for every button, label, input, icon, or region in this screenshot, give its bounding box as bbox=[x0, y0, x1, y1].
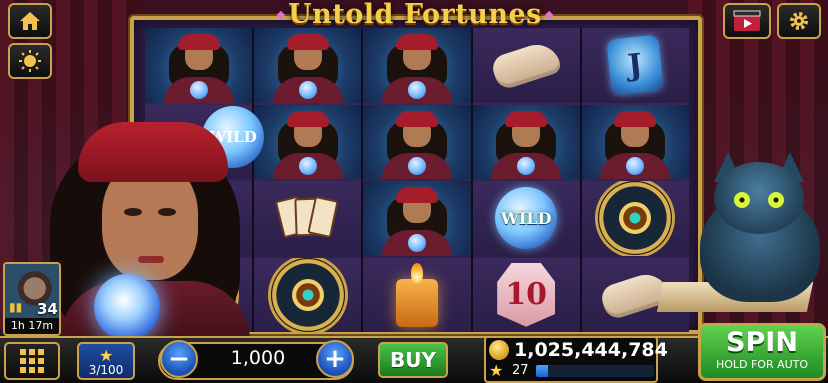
crystal-ball-icon bbox=[94, 274, 160, 340]
symbol-gypsy bbox=[363, 181, 471, 256]
letter-j-label: J bbox=[626, 47, 645, 84]
symbol-zodiac-wheel bbox=[254, 257, 362, 332]
wild-label: WILD bbox=[500, 208, 552, 228]
avatar-count: 34 bbox=[37, 300, 58, 318]
symbol-gypsy bbox=[363, 104, 471, 179]
wild-orb-icon: WILD bbox=[495, 187, 558, 250]
player-avatar-card[interactable]: ▮▮ 34 1h 17m bbox=[3, 262, 61, 336]
gear-icon bbox=[790, 12, 808, 30]
spin-sublabel: HOLD FOR AUTO bbox=[715, 358, 809, 371]
game-title: Untold Fortunes bbox=[288, 0, 542, 30]
coin-balance: 1,025,444,784 bbox=[514, 339, 668, 361]
daily-bonus-button[interactable] bbox=[8, 43, 52, 79]
spin-label: SPIN bbox=[726, 327, 798, 358]
game-title-banner: ◆ Untold Fortunes ◆ bbox=[276, 0, 554, 30]
letter-j-gem-icon: J bbox=[606, 34, 665, 96]
ten-label: 10 bbox=[505, 277, 548, 313]
video-icon bbox=[733, 10, 761, 31]
home-icon bbox=[20, 12, 40, 30]
level-progress-box[interactable]: ★ 3/100 bbox=[77, 342, 135, 380]
settings-button[interactable] bbox=[777, 3, 821, 39]
symbol-candle bbox=[363, 257, 471, 332]
symbol-letter-j: J bbox=[581, 28, 689, 103]
plus-icon: + bbox=[324, 344, 346, 374]
symbol-gypsy bbox=[581, 104, 689, 179]
bet-decrease-button[interactable]: − bbox=[160, 340, 198, 378]
palm-hand-icon bbox=[489, 38, 563, 92]
menu-button[interactable] bbox=[4, 342, 60, 380]
xp-progress-bar bbox=[536, 365, 654, 377]
tarot-cards-icon bbox=[273, 188, 343, 248]
symbol-gypsy bbox=[254, 104, 362, 179]
symbol-wild: WILD bbox=[472, 181, 580, 256]
bar-chart-icon: ▮▮ bbox=[9, 300, 23, 314]
player-level: 27 bbox=[512, 363, 529, 378]
buy-button[interactable]: BUY bbox=[378, 342, 448, 378]
symbol-gypsy bbox=[363, 28, 471, 103]
gem-right-icon: ◆ bbox=[544, 7, 554, 21]
ten-gem-icon: 10 bbox=[497, 262, 556, 327]
symbol-gypsy bbox=[472, 104, 580, 179]
minus-icon: − bbox=[168, 344, 190, 374]
xp-progress-fill bbox=[536, 365, 548, 377]
grid-menu-icon bbox=[20, 349, 44, 373]
symbol-ten: 10 bbox=[472, 257, 580, 332]
zodiac-wheel-icon bbox=[598, 181, 673, 256]
reel-3 bbox=[363, 28, 471, 332]
fortune-teller-character: WILD bbox=[30, 96, 270, 341]
bet-value: 1,000 bbox=[230, 347, 286, 369]
bet-increase-button[interactable]: + bbox=[316, 340, 354, 378]
xp-star-icon: ★ bbox=[489, 361, 504, 380]
spin-button[interactable]: SPIN HOLD FOR AUTO bbox=[698, 323, 826, 381]
bonus-timer: 1h 17m bbox=[5, 318, 59, 334]
sun-icon bbox=[19, 50, 41, 72]
symbol-gypsy bbox=[254, 28, 362, 103]
symbol-gypsy bbox=[145, 28, 253, 103]
symbol-zodiac-wheel bbox=[581, 181, 689, 256]
video-reward-button[interactable] bbox=[723, 3, 771, 39]
gem-left-icon: ◆ bbox=[276, 7, 286, 21]
black-cat-character bbox=[656, 152, 828, 322]
candle-icon bbox=[395, 262, 438, 327]
coin-icon bbox=[489, 340, 509, 360]
reel-2 bbox=[254, 28, 362, 332]
level-progress: 3/100 bbox=[88, 363, 124, 377]
zodiac-wheel-icon bbox=[270, 257, 345, 332]
symbol-palm-hand bbox=[472, 28, 580, 103]
home-button[interactable] bbox=[8, 3, 52, 39]
reel-4: WILD 10 bbox=[472, 28, 580, 332]
symbol-tarot-cards-2 bbox=[254, 181, 362, 256]
